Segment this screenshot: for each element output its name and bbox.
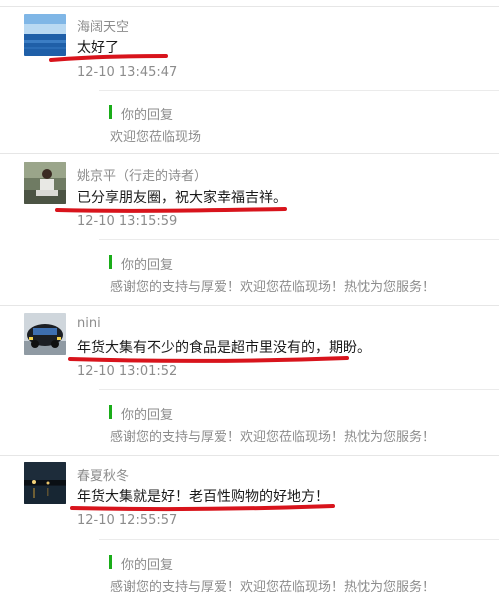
comment-text: 年货大集就是好！老百性购物的好地方！ [77, 489, 329, 505]
divider [0, 6, 499, 7]
reply-box: 你的回复 感谢您的支持与厚爱！欢迎您莅临现场！热忱为您服务！ [99, 539, 499, 602]
sea-sky-avatar[interactable] [24, 14, 66, 56]
reply-box: 你的回复 欢迎您莅临现场 [99, 90, 499, 149]
reply-box: 你的回复 感谢您的支持与厚爱！欢迎您莅临现场！热忱为您服务！ [99, 239, 499, 301]
reply-text: 欢迎您莅临现场 [110, 130, 202, 145]
reply-indicator-bar [109, 555, 112, 569]
divider [0, 305, 499, 306]
comment-time: 12-10 13:15:59 [77, 214, 178, 229]
comment-item: 海阔天空 太好了 12-10 13:45:47 你的回复 欢迎您莅临现场 [0, 0, 499, 149]
reply-label: 你的回复 [121, 408, 174, 423]
reply-indicator-bar [109, 105, 112, 119]
comment-text: 年货大集有不少的食品是超市里没有的，期盼。 [77, 340, 371, 356]
commenter-name: 海阔天空 [77, 20, 130, 35]
reply-text: 感谢您的支持与厚爱！欢迎您莅临现场！热忱为您服务！ [110, 280, 436, 295]
reply-indicator-bar [109, 255, 112, 269]
comment-time: 12-10 12:55:57 [77, 513, 178, 528]
comment-item: nini 年货大集有不少的食品是超市里没有的，期盼。 12-10 13:01:5… [0, 301, 499, 451]
comment-text: 已分享朋友圈，祝大家幸福吉祥。 [77, 190, 287, 206]
reply-text: 感谢您的支持与厚爱！欢迎您莅临现场！热忱为您服务！ [110, 430, 436, 445]
comment-text: 太好了 [77, 40, 119, 56]
commenter-name: 春夏秋冬 [77, 469, 130, 484]
reply-label: 你的回复 [121, 558, 174, 573]
commenter-name: 姚京平（行走的诗者） [77, 169, 208, 184]
divider [0, 455, 499, 456]
comment-list: 海阔天空 太好了 12-10 13:45:47 你的回复 欢迎您莅临现场 姚京平… [0, 0, 499, 602]
divider [0, 153, 499, 154]
reply-label: 你的回复 [121, 258, 174, 273]
night-lake-avatar[interactable] [24, 462, 66, 504]
reply-label: 你的回复 [121, 108, 174, 123]
car-avatar[interactable] [24, 313, 66, 355]
reply-indicator-bar [109, 405, 112, 419]
commenter-name: nini [77, 316, 101, 331]
comment-item: 姚京平（行走的诗者） 已分享朋友圈，祝大家幸福吉祥。 12-10 13:15:5… [0, 149, 499, 301]
comment-time: 12-10 13:01:52 [77, 364, 178, 379]
reply-text: 感谢您的支持与厚爱！欢迎您莅临现场！热忱为您服务！ [110, 580, 436, 595]
comment-time: 12-10 13:45:47 [77, 65, 178, 80]
person-seated-avatar[interactable] [24, 162, 66, 204]
comment-item: 春夏秋冬 年货大集就是好！老百性购物的好地方！ 12-10 12:55:57 你… [0, 451, 499, 602]
reply-box: 你的回复 感谢您的支持与厚爱！欢迎您莅临现场！热忱为您服务！ [99, 389, 499, 451]
